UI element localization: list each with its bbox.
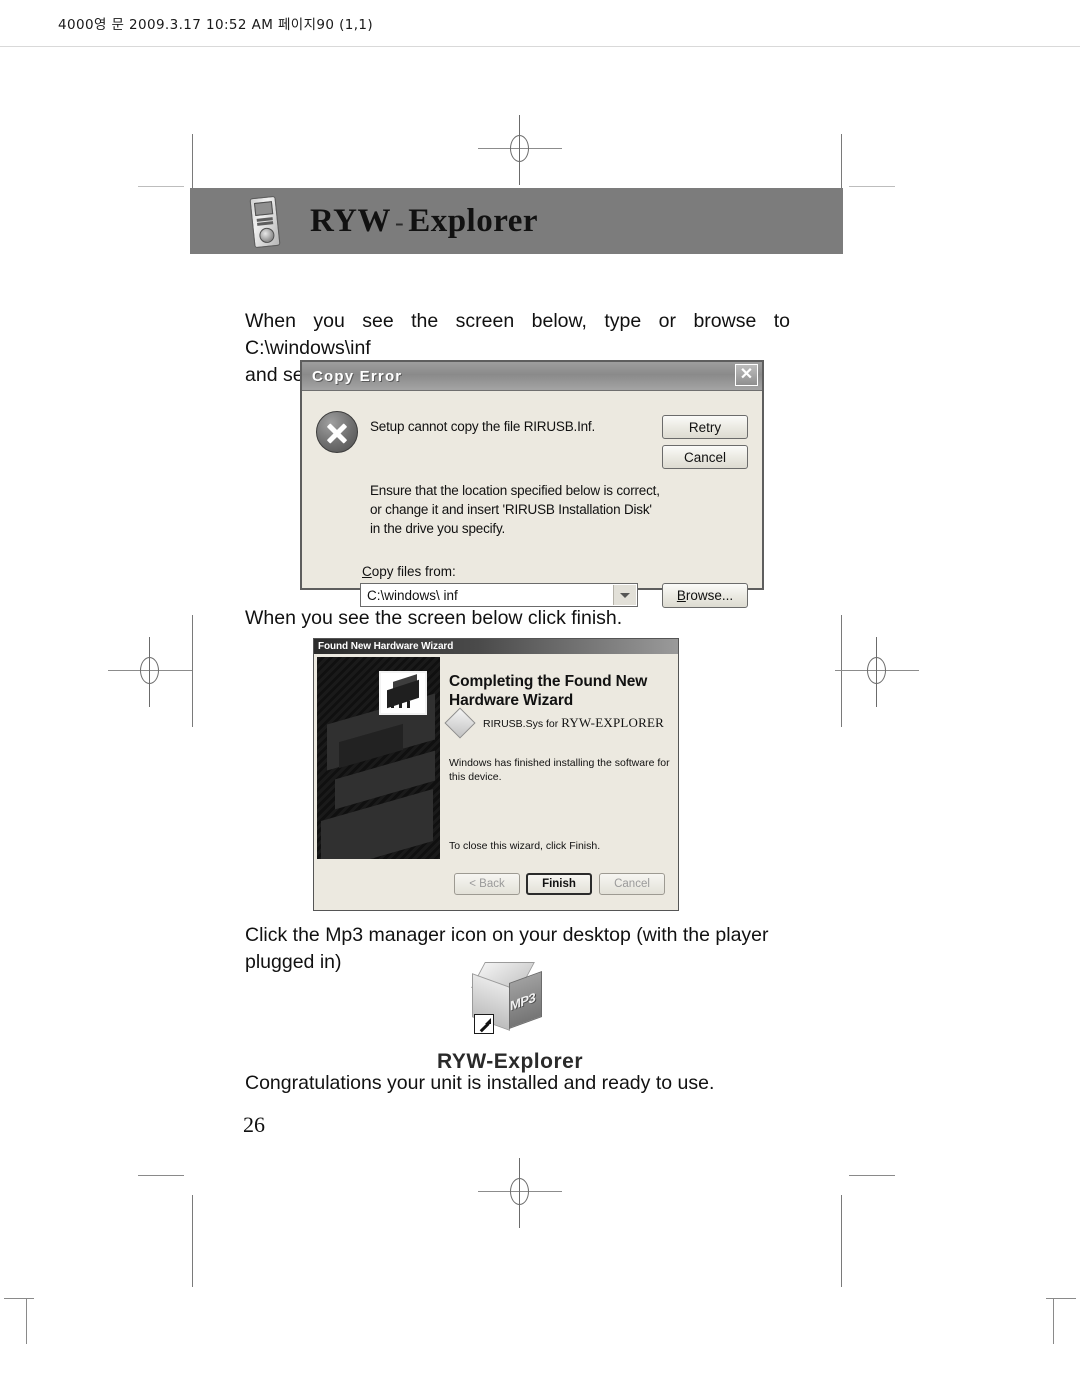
mp3-player-icon: [249, 195, 281, 249]
copy-error-message-secondary: Ensure that the location specified below…: [370, 483, 660, 536]
wizard-back-button[interactable]: < Back: [454, 873, 520, 895]
wizard-device-prefix: RIRUSB.Sys for: [483, 718, 562, 730]
wizard-device-name: RIRUSB.Sys for RYW-EXPLORER: [483, 715, 664, 731]
wizard-banner: [317, 657, 440, 869]
crop-mark-top-left-horizontal: [138, 186, 184, 187]
copy-path-value: C:\windows\ inf: [367, 587, 458, 603]
instruction-step-1-line1: When you see the screen below, type or b…: [245, 310, 790, 359]
shortcut-arrow-icon: [474, 1014, 494, 1034]
print-header-rule: [0, 46, 1080, 47]
copy-error-message-primary: Setup cannot copy the file RIRUSB.Inf.: [370, 419, 596, 434]
page-title-brand: RYW: [310, 202, 392, 239]
wizard-cancel-button[interactable]: Cancel: [599, 873, 665, 895]
copy-files-from-label: Copy files from:: [362, 564, 456, 579]
copy-error-titlebar: Copy Error ✕: [302, 362, 762, 391]
copy-files-from-label-accel: C: [362, 564, 372, 579]
registration-mark-right: [835, 637, 919, 707]
wizard-content: Completing the Found New Hardware Wizard…: [314, 654, 678, 874]
found-new-hardware-wizard: Found New Hardware Wizard Completing the…: [313, 638, 679, 911]
crop-mark-left-bottom: [192, 1195, 193, 1287]
copy-error-body: Setup cannot copy the file RIRUSB.Inf. E…: [302, 391, 762, 608]
print-header: 4000영 문 2009.3.17 10:52 AM 페이지90 (1,1): [58, 17, 374, 33]
close-icon[interactable]: ✕: [735, 364, 758, 386]
error-x-circle-icon: [316, 411, 358, 453]
crop-mark-left-mid: [192, 615, 193, 727]
crop-mark-top-right-horizontal: [849, 186, 895, 187]
desktop-shortcut[interactable]: MP3 RYW-Explorer: [420, 962, 600, 1074]
wizard-footer: < Back Finish Cancel: [314, 859, 678, 910]
wizard-title: Found New Hardware Wizard: [318, 641, 454, 652]
copy-error-dialog: Copy Error ✕ Setup cannot copy the file …: [300, 360, 764, 608]
wizard-heading: Completing the Found New Hardware Wizard: [449, 672, 664, 710]
registration-mark-top: [478, 115, 562, 185]
page-title: RYW - Explorer: [310, 203, 538, 240]
mp3-box-shortcut-icon: MP3: [471, 962, 548, 1036]
browse-button-rest: rowse...: [685, 588, 734, 603]
diamond-device-icon: [444, 707, 476, 739]
wizard-finished-text: Windows has finished installing the soft…: [449, 757, 670, 783]
crop-mark-right-mid: [841, 615, 842, 727]
wizard-titlebar: Found New Hardware Wizard: [314, 639, 678, 654]
copy-files-from-label-rest: opy files from:: [371, 564, 456, 579]
crop-mark-bottom-right-horizontal: [849, 1175, 895, 1176]
wizard-close-note: To close this wizard, click Finish.: [449, 840, 601, 852]
chevron-down-icon[interactable]: [613, 585, 636, 605]
retry-button[interactable]: Retry: [662, 415, 748, 439]
wizard-heading-line1: Completing the Found New: [449, 673, 648, 690]
crop-mark-right-bottom: [841, 1195, 842, 1287]
wizard-device-row: RIRUSB.Sys for RYW-EXPLORER: [444, 707, 664, 739]
wizard-device-model: RYW-EXPLORER: [561, 715, 664, 730]
hardware-chip-icon: [379, 671, 427, 715]
browse-button-accel: B: [676, 588, 686, 603]
page-title-dash: -: [395, 207, 405, 237]
registration-mark-left: [108, 637, 192, 707]
wizard-finish-button[interactable]: Finish: [526, 873, 592, 895]
cancel-button[interactable]: Cancel: [662, 445, 748, 469]
wizard-heading-line2: Hardware Wizard: [449, 692, 574, 709]
registration-mark-bottom: [478, 1158, 562, 1228]
copy-path-combobox[interactable]: C:\windows\ inf: [360, 583, 638, 607]
page-title-band: RYW - Explorer: [190, 188, 843, 254]
page-title-name: Explorer: [408, 202, 539, 239]
instruction-step-4: Congratulations your unit is installed a…: [245, 1072, 715, 1094]
crop-mark-bottom-left-horizontal: [138, 1175, 184, 1176]
page-number: 26: [243, 1112, 265, 1137]
instruction-step-3-line1: Click the Mp3 manager icon on your deskt…: [245, 924, 769, 946]
copy-error-title: Copy Error: [312, 367, 403, 385]
instruction-step-2: When you see the screen below click fini…: [245, 607, 623, 629]
